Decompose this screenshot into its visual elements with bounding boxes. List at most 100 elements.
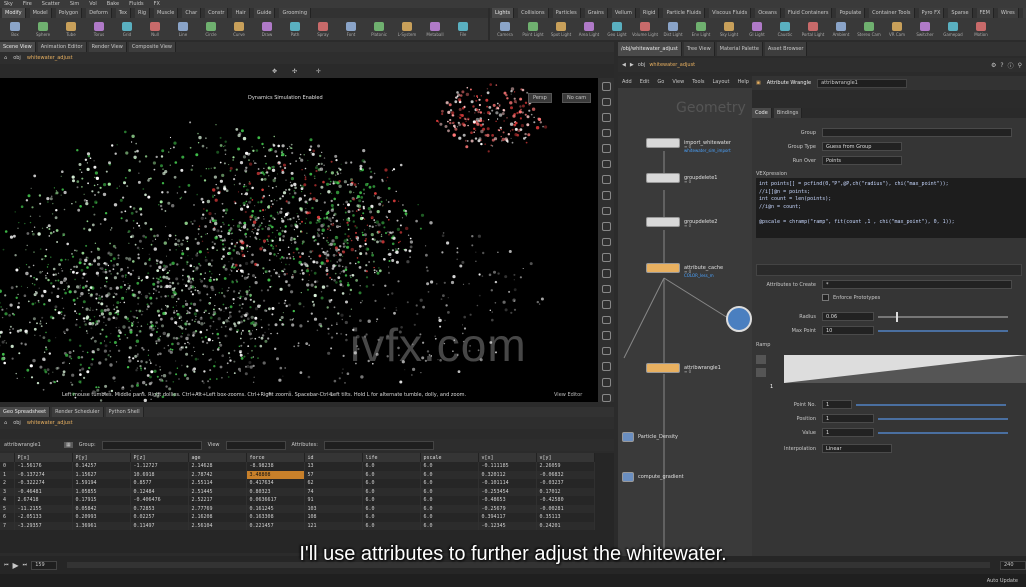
tumble-icon[interactable]: ✥	[272, 68, 277, 75]
gear-icon[interactable]: ⚙	[991, 62, 996, 69]
column-header-pscale[interactable]: pscale	[420, 453, 479, 462]
menu-item-vol[interactable]: Vol	[89, 1, 96, 7]
shelf-tool-geo-light[interactable]: Geo Light	[604, 19, 630, 39]
table-cell[interactable]: 0.161245	[246, 504, 305, 513]
table-cell[interactable]: 6.0	[362, 479, 421, 488]
value-slider[interactable]	[878, 431, 1008, 434]
table-cell[interactable]: 0.72853	[130, 504, 189, 513]
display-icon[interactable]	[601, 222, 611, 231]
selection-icon[interactable]	[601, 346, 611, 356]
table-row[interactable]: 5 -11.2155 0.05842 0.72853 2.77769 0.161245 10…	[0, 504, 595, 513]
update-mode-button[interactable]: Auto Update	[987, 578, 1018, 584]
table-cell[interactable]: -0.48653	[478, 496, 537, 505]
camera-menu-button[interactable]: Persp	[528, 93, 552, 103]
tab-python-shell[interactable]: Python Shell	[105, 407, 144, 417]
table-cell[interactable]: 6.0	[420, 513, 479, 522]
tab-code[interactable]: Code	[752, 108, 772, 118]
table-cell[interactable]: 2.14628	[188, 462, 247, 471]
background-icon[interactable]	[601, 315, 611, 325]
table-row[interactable]: 7 -3.29357 1.36961 0.11497 2.56104 0.221457 12…	[0, 521, 595, 530]
table-cell[interactable]: 3	[0, 487, 15, 496]
table-cell[interactable]: 0	[0, 462, 15, 471]
light-icon[interactable]	[601, 159, 611, 169]
table-cell[interactable]: 2.55114	[188, 479, 247, 488]
shelf-tool-caustic[interactable]: Caustic	[772, 19, 798, 39]
ramp-remove-icon[interactable]	[756, 368, 766, 377]
table-cell[interactable]: -0.137274	[14, 470, 73, 479]
shelf-tab-polygon[interactable]: Polygon	[55, 8, 83, 18]
table-cell[interactable]: 6.0	[420, 462, 479, 471]
shelf-tab-lights[interactable]: Lights	[492, 8, 515, 18]
position-slider[interactable]	[878, 417, 1008, 420]
shelf-tool-path[interactable]: Path	[282, 19, 308, 39]
table-cell[interactable]: -0.25679	[478, 504, 537, 513]
node-body[interactable]	[646, 263, 680, 273]
tab-render-scheduler[interactable]: Render Scheduler	[52, 407, 104, 417]
table-cell[interactable]: 0.320112	[478, 470, 537, 479]
network-menu-edit[interactable]: Edit	[640, 79, 650, 85]
view-icon[interactable]	[601, 362, 611, 371]
table-cell[interactable]: 57	[304, 470, 363, 479]
shelf-tool-box[interactable]: Box	[2, 19, 28, 39]
shelf-tool-font[interactable]: Font	[338, 19, 364, 39]
path-segment-node[interactable]: whitewater_adjust	[649, 62, 695, 68]
path-segment-obj[interactable]: obj	[13, 55, 21, 61]
attributes-field[interactable]	[323, 440, 434, 450]
node-compute-gradient[interactable]: compute_gradient	[622, 472, 684, 482]
interpolation-dropdown[interactable]: Linear	[822, 444, 892, 453]
table-row[interactable]: 4 2.67418 0.17915 -0.406476 2.52217 0.0636617…	[0, 496, 595, 505]
table-cell[interactable]: 0.417634	[246, 479, 305, 488]
node-groupdelete1[interactable]: groupdelete1 ≡ 0	[646, 173, 717, 184]
shelf-tool-l-system[interactable]: L-System	[394, 19, 420, 39]
shelf-tab-deform[interactable]: Deform	[86, 8, 112, 18]
group-type-dropdown[interactable]: Guess from Group	[822, 142, 902, 151]
node-body[interactable]	[622, 472, 634, 482]
table-cell[interactable]: 0.20993	[72, 513, 131, 522]
menu-item-fx[interactable]: FX	[154, 1, 160, 7]
tab-obj-whitewater-adjust[interactable]: /obj/whitewater_adjust	[618, 42, 682, 56]
tab-render-view[interactable]: Render View	[88, 42, 127, 52]
column-header-id[interactable]: id	[304, 453, 363, 462]
radius-field[interactable]: 0.06	[822, 312, 874, 321]
table-cell[interactable]: 6.0	[362, 462, 421, 471]
table-cell[interactable]: 121	[304, 521, 363, 530]
network-menu-help[interactable]: Help	[738, 79, 749, 85]
column-header-p-z[interactable]: P[z]	[130, 453, 189, 462]
select-icon[interactable]: ✛	[316, 68, 321, 75]
camera-icon[interactable]	[601, 206, 611, 216]
snap-icon[interactable]: ✣	[292, 68, 297, 75]
shelf-tool-dist-light[interactable]: Dist Light	[660, 19, 686, 39]
network-menu-view[interactable]: View	[672, 79, 684, 85]
tools-icon[interactable]	[601, 377, 611, 387]
shelf-tool-torus[interactable]: Torus	[86, 19, 112, 39]
node-attribwrangle1[interactable]: attribwrangle1 ≡ 0	[646, 363, 721, 374]
table-cell[interactable]: -8.98238	[246, 462, 305, 471]
table-cell[interactable]: 0.14257	[72, 462, 131, 471]
shelf-tool-ambient[interactable]: Ambient	[828, 19, 854, 39]
max-point-slider[interactable]	[878, 329, 1008, 332]
table-row[interactable]: 0 -1.56176 0.14257 -1.12727 2.14628 -8.98238 1…	[0, 462, 595, 471]
table-cell[interactable]: 0.0636617	[246, 496, 305, 505]
shelf-tab-grains[interactable]: Grains	[584, 8, 608, 18]
home-icon[interactable]: ⌂	[4, 420, 7, 426]
home-icon[interactable]: ⌂	[4, 55, 7, 61]
snap-icon[interactable]	[601, 128, 611, 138]
shelf-tool-sphere[interactable]: Sphere	[30, 19, 56, 39]
node-particle-density[interactable]: Particle_Density	[622, 432, 678, 442]
shelf-tab-pyro-fx[interactable]: Pyro FX	[918, 8, 945, 18]
vex-code-editor[interactable]: int points[] = pcfind(0,"P",@P,ch("radiu…	[756, 178, 1026, 238]
table-cell[interactable]: -0.03237	[536, 479, 595, 488]
table-cell[interactable]: 2.51445	[188, 487, 247, 496]
shelf-tool-null[interactable]: Null	[142, 19, 168, 39]
shelf-tool-gamepad[interactable]: Gamepad	[940, 19, 966, 39]
column-header-p-x[interactable]: P[x]	[14, 453, 73, 462]
value-field[interactable]: 1	[822, 428, 874, 437]
table-cell[interactable]: 1.05855	[72, 487, 131, 496]
point-no-field[interactable]: 1	[822, 400, 852, 409]
shelf-tab-rig[interactable]: Rig	[135, 8, 151, 18]
forward-icon[interactable]: ▶	[630, 62, 634, 68]
shelf-tab-particles[interactable]: Particles	[552, 8, 581, 18]
table-cell[interactable]: 6.0	[420, 487, 479, 496]
table-cell[interactable]: 6.0	[362, 470, 421, 479]
view-label[interactable]: View	[208, 442, 220, 448]
